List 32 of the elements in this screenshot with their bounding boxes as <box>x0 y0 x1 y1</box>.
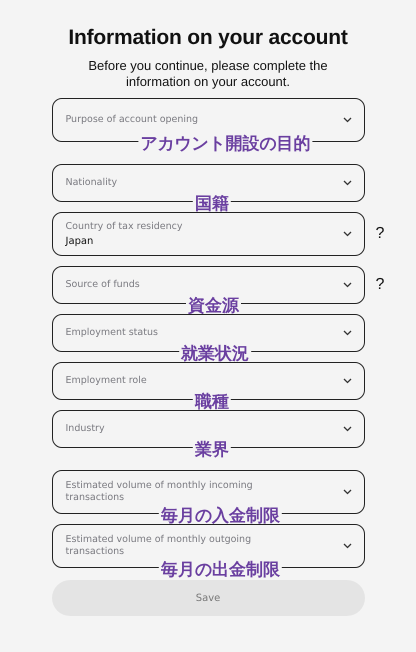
chevron-down-icon <box>342 282 352 288</box>
dropdown-field[interactable]: Country of tax residency Japan <box>52 212 364 256</box>
translation-annotation: アカウント開設の目的 <box>138 135 312 154</box>
field-value: Japan <box>66 236 94 247</box>
field-label: Employment status <box>66 327 159 339</box>
chevron-down-icon <box>342 180 352 186</box>
translation-annotation: 業界 <box>192 441 231 460</box>
translation-annotation: 職種 <box>192 393 231 412</box>
chevron-down-icon <box>342 330 352 336</box>
field-label: Country of tax residency <box>66 221 184 233</box>
translation-annotation: 国籍 <box>192 195 231 214</box>
field-label: Industry <box>66 423 106 435</box>
chevron-down-icon <box>342 489 352 495</box>
page-title: Information on your account <box>68 26 348 50</box>
chevron-down-icon <box>342 378 352 384</box>
translation-annotation: 毎月の入金制限 <box>158 507 282 526</box>
chevron-down-icon <box>342 426 352 432</box>
chevron-down-icon <box>342 117 352 123</box>
chevron-down-icon <box>342 543 352 549</box>
chevron-down-icon <box>342 231 352 237</box>
field-label: Nationality <box>66 177 118 189</box>
translation-annotation: 就業状況 <box>179 345 252 364</box>
field-label: Employment role <box>66 375 148 387</box>
help-icon[interactable]: ? <box>376 225 384 243</box>
field-label: Purpose of account opening <box>66 114 200 126</box>
field-label: Estimated volume of monthly outgoing transactions <box>66 534 252 558</box>
instructions-text: Before you continue, please complete the information on your account. <box>87 58 329 90</box>
field-label: Source of funds <box>66 279 141 291</box>
translation-annotation: 毎月の出金制限 <box>158 561 282 580</box>
field-label: Estimated volume of monthly incoming transactions <box>66 480 254 504</box>
help-icon[interactable]: ? <box>376 276 384 294</box>
translation-annotation: 資金源 <box>186 297 241 316</box>
